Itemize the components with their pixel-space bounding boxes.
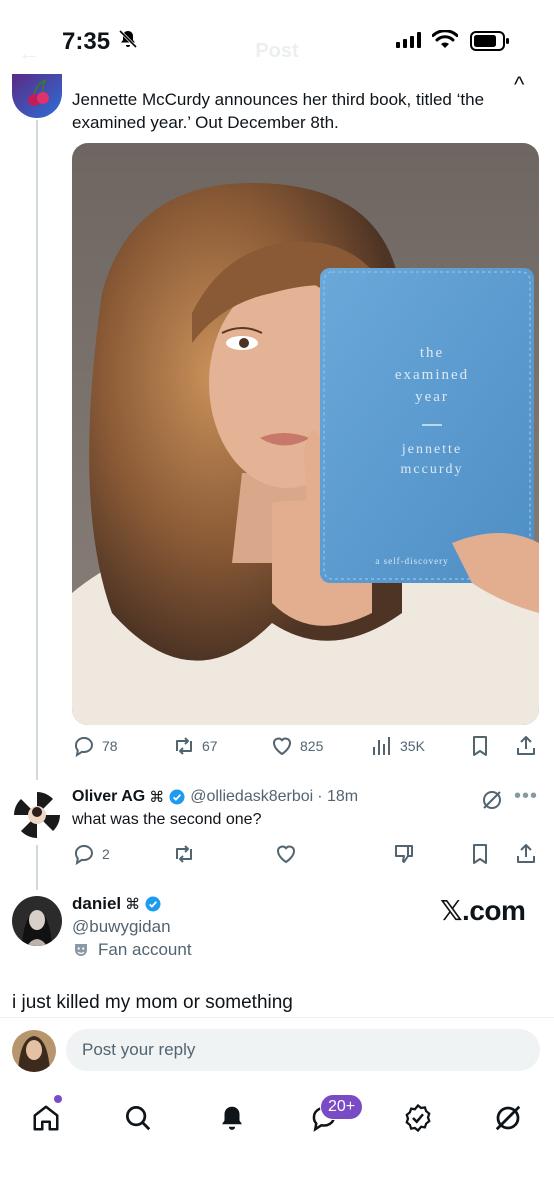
video-caption: i just killed my mom or something xyxy=(12,992,293,1013)
theater-mask-icon xyxy=(75,944,87,956)
home-tab[interactable] xyxy=(24,1096,68,1140)
repost-button[interactable] xyxy=(172,842,196,866)
post-actions: 78 67 825 35K xyxy=(72,734,542,762)
avatar[interactable] xyxy=(12,790,62,840)
clover-icon: ⌘ xyxy=(125,896,141,913)
repost-icon xyxy=(176,737,192,755)
x-watermark: 𝕏.com xyxy=(440,895,526,926)
search-icon xyxy=(126,1106,151,1131)
notifications-tab[interactable] xyxy=(210,1096,254,1140)
heart-icon xyxy=(272,737,292,756)
like-count: 825 xyxy=(300,738,324,754)
reply-actions: 2 xyxy=(72,842,542,870)
bookmark-icon xyxy=(473,736,487,756)
book-title-line: examined xyxy=(395,367,469,383)
avatar[interactable] xyxy=(12,74,62,118)
repost-icon xyxy=(176,845,192,863)
more-options-icon[interactable]: ••• xyxy=(514,785,538,808)
bookmark-button[interactable] xyxy=(468,734,492,758)
view-count: 35K xyxy=(400,738,425,754)
reply-icon xyxy=(74,845,93,866)
post-timestamp: · 18m xyxy=(317,788,359,805)
heart-icon xyxy=(276,845,296,864)
divider xyxy=(0,1017,554,1018)
post-text: Jennette McCurdy announces her third boo… xyxy=(72,90,485,132)
downvote-button[interactable] xyxy=(392,842,416,866)
share-icon xyxy=(517,844,535,863)
grok-icon xyxy=(495,1105,521,1131)
reply-header: Oliver AG ⌘ @olliedask8erboi · 18m xyxy=(72,788,358,806)
reply-button[interactable]: 2 xyxy=(72,842,110,866)
fan-account-text: Fan account xyxy=(98,940,192,959)
post-image[interactable]: the examined year jennette mccurdy a sel… xyxy=(72,143,539,725)
share-button[interactable] xyxy=(514,734,538,758)
reply-button[interactable]: 78 xyxy=(72,734,118,758)
bottom-nav xyxy=(0,1090,554,1150)
avatar[interactable] xyxy=(12,896,62,946)
search-tab[interactable] xyxy=(116,1096,160,1140)
user-handle[interactable]: @buwygidan xyxy=(72,917,171,937)
clover-icon: ⌘ xyxy=(149,789,165,806)
like-button[interactable] xyxy=(274,842,298,866)
reply-text: what was the second one? xyxy=(72,811,262,828)
thumbs-down-icon xyxy=(395,845,413,863)
like-button[interactable]: 825 xyxy=(270,734,323,758)
display-name: daniel ⌘ xyxy=(72,894,162,914)
status-time: 7:35 xyxy=(62,28,111,55)
reply-icon xyxy=(74,737,93,758)
book-tagline: a self-discovery xyxy=(375,556,448,566)
verified-outline-icon xyxy=(405,1103,431,1133)
repost-button[interactable]: 67 xyxy=(172,734,218,758)
book-author-line: jennette xyxy=(401,442,462,457)
book-title-line: the xyxy=(420,345,444,361)
book-title-line: year xyxy=(415,389,449,405)
wifi-icon xyxy=(432,30,458,48)
home-icon xyxy=(33,1105,59,1131)
bell-muted-icon xyxy=(118,29,138,49)
thread-line xyxy=(36,120,38,780)
display-name[interactable]: Oliver AG xyxy=(72,788,145,806)
grok-tab[interactable] xyxy=(486,1096,530,1140)
share-icon xyxy=(517,736,535,755)
messages-badge: 20+ xyxy=(320,1094,364,1120)
home-unread-dot xyxy=(54,1095,62,1103)
reply-count: 78 xyxy=(102,738,118,754)
status-bar: ← Post 7:35 xyxy=(0,0,554,80)
grok-icon[interactable] xyxy=(480,788,504,812)
bookmark-icon xyxy=(473,844,487,864)
verified-badge-icon xyxy=(169,789,185,805)
battery-icon xyxy=(470,31,509,51)
book-author-line: mccurdy xyxy=(401,462,464,477)
bookmark-button[interactable] xyxy=(468,842,492,866)
cellular-signal-icon xyxy=(396,32,421,48)
analytics-icon xyxy=(373,737,390,755)
verified-badge-icon xyxy=(145,896,161,912)
views-button[interactable]: 35K xyxy=(370,734,425,758)
bell-icon xyxy=(222,1106,242,1130)
display-name-text[interactable]: daniel xyxy=(72,894,121,914)
avatar[interactable] xyxy=(12,1030,56,1072)
fan-account-label: Fan account xyxy=(72,940,192,960)
share-button[interactable] xyxy=(514,842,538,866)
reply-input[interactable] xyxy=(66,1029,540,1071)
verified-tab[interactable] xyxy=(396,1096,440,1140)
user-handle[interactable]: @olliedask8erboi xyxy=(190,788,313,806)
reply-count: 2 xyxy=(102,846,110,862)
thread-line xyxy=(36,845,38,890)
repost-count: 67 xyxy=(202,738,218,754)
